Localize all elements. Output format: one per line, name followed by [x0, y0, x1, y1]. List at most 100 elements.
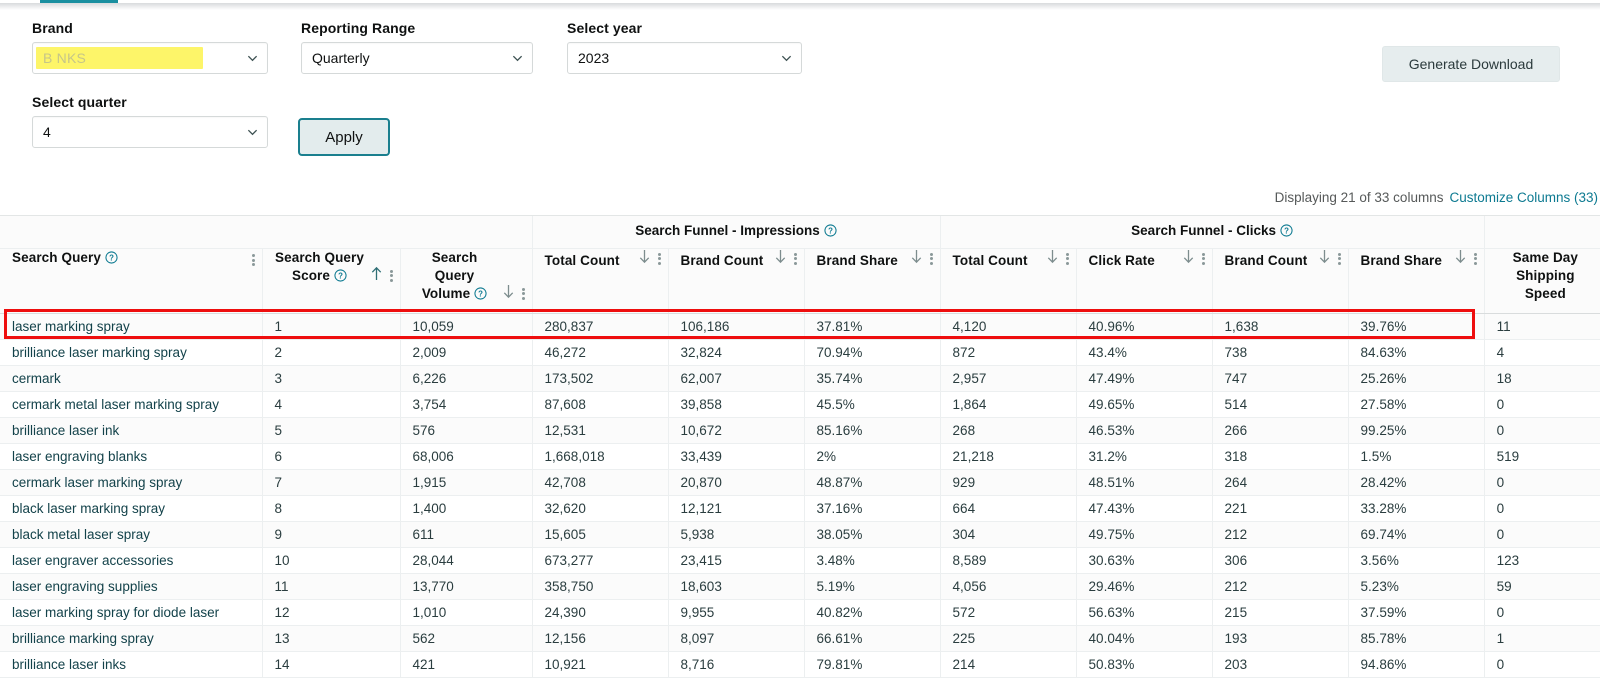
cell-search-query-score-1: 13: [261, 625, 400, 652]
cell-search-query-score-1: 4: [261, 391, 400, 418]
help-icon[interactable]: ?: [334, 268, 347, 287]
cell-click-rate-7: 29.46%: [1075, 573, 1213, 600]
column-header-cell: Brand Count: [1213, 249, 1348, 305]
column-header-controls: [1182, 249, 1206, 270]
brand-filter: Brand B NKS: [32, 20, 268, 74]
sort-descending-icon[interactable]: [774, 249, 787, 269]
cell-search-query-score-1: 1: [261, 313, 400, 340]
help-icon[interactable]: ?: [824, 224, 837, 240]
cell-same-day-shipping-speed-10: 4: [1483, 339, 1600, 366]
cell-search-query-score-1: 5: [261, 417, 400, 444]
column-header-brand-count-4[interactable]: Brand Count: [667, 248, 805, 314]
cell-brand-count-4: 33,439: [667, 443, 805, 470]
cell-total-count-6: 268: [939, 417, 1077, 444]
cell-search-query: brilliance marking spray: [0, 625, 262, 652]
column-header-search-query-volume-2[interactable]: Search Query Volume?: [399, 248, 533, 314]
column-menu-icon[interactable]: [521, 286, 526, 301]
reporting-range-select[interactable]: Quarterly: [301, 42, 533, 74]
columns-info: Displaying 21 of 33 columns Customize Col…: [1275, 190, 1598, 205]
generate-download-button[interactable]: Generate Download: [1382, 46, 1560, 82]
cell-total-count-3: 46,272: [531, 339, 669, 366]
sort-descending-icon[interactable]: [1454, 249, 1467, 269]
table-row[interactable]: brilliance laser marking spray 2 2,009 46,2…: [0, 339, 1600, 366]
column-header-search-query-score-1[interactable]: Search Query Score?: [261, 248, 400, 314]
sort-descending-icon[interactable]: [910, 249, 923, 269]
sort-ascending-icon[interactable]: [370, 266, 383, 286]
table-row[interactable]: black metal laser spray 9 611 15,605 5,938 38…: [0, 521, 1600, 548]
sort-descending-icon[interactable]: [1182, 249, 1195, 269]
table-row[interactable]: laser engraver accessories 10 28,044 673,27…: [0, 547, 1600, 574]
help-icon[interactable]: ?: [1280, 224, 1293, 240]
column-menu-icon[interactable]: [929, 251, 934, 266]
table-row[interactable]: cermark laser marking spray 7 1,915 42,708 2…: [0, 469, 1600, 496]
table-row[interactable]: brilliance laser ink 5 576 12,531 10,672 85.1…: [0, 417, 1600, 444]
column-header-same-day-shipping-speed-10[interactable]: Same Day Shipping Speed: [1483, 248, 1600, 314]
table-row[interactable]: laser engraving supplies 11 13,770 358,750 1…: [0, 573, 1600, 600]
cell-search-query-volume-2: 576: [399, 417, 533, 444]
help-icon[interactable]: ?: [474, 286, 487, 305]
column-menu-icon[interactable]: [1337, 251, 1342, 266]
column-header-brand-share-9[interactable]: Brand Share: [1347, 248, 1485, 314]
cell-search-query-volume-2: 3,754: [399, 391, 533, 418]
column-menu-icon[interactable]: [1201, 251, 1206, 266]
column-header-total-count-6[interactable]: Total Count: [939, 248, 1077, 314]
sort-descending-icon[interactable]: [502, 284, 515, 304]
column-menu-icon[interactable]: [389, 268, 394, 283]
cell-same-day-shipping-speed-10: 519: [1483, 443, 1600, 470]
cell-brand-share-9: 39.76%: [1347, 313, 1485, 340]
column-header-cell: Brand Share: [1349, 249, 1484, 305]
table-row[interactable]: brilliance marking spray 13 562 12,156 8,097…: [0, 625, 1600, 652]
brand-value: B NKS: [43, 50, 87, 66]
cell-brand-count-8: 266: [1211, 417, 1349, 444]
table-row[interactable]: laser marking spray for diode laser 12 1,0…: [0, 599, 1600, 626]
svg-text:?: ?: [828, 227, 833, 236]
column-header-cell: Search Query Score?: [263, 249, 400, 305]
table-row[interactable]: brilliance laser inks 14 421 10,921 8,716 79.…: [0, 651, 1600, 678]
table-row[interactable]: cermark metal laser marking spray 4 3,754 8…: [0, 391, 1600, 418]
cell-same-day-shipping-speed-10: 0: [1483, 417, 1600, 444]
sort-descending-icon[interactable]: [1046, 249, 1059, 269]
column-menu-icon[interactable]: [251, 253, 256, 268]
apply-button[interactable]: Apply: [298, 118, 390, 156]
cell-search-query: brilliance laser inks: [0, 651, 262, 678]
column-header-click-rate-7[interactable]: Click Rate: [1075, 248, 1213, 314]
table-row[interactable]: black laser marking spray 8 1,400 32,620 12,…: [0, 495, 1600, 522]
sort-descending-icon[interactable]: [638, 249, 651, 269]
cell-click-rate-7: 48.51%: [1075, 469, 1213, 496]
cell-click-rate-7: 50.83%: [1075, 651, 1213, 678]
select-year-select[interactable]: 2023: [567, 42, 802, 74]
select-quarter-select[interactable]: 4: [32, 116, 268, 148]
column-header-cell: Brand Share: [805, 249, 940, 305]
column-header-brand-share-5[interactable]: Brand Share: [803, 248, 941, 314]
table-row[interactable]: cermark 3 6,226 173,502 62,007 35.74% 2,957 47.…: [0, 365, 1600, 392]
column-menu-icon[interactable]: [657, 251, 662, 266]
cell-total-count-3: 673,277: [531, 547, 669, 574]
help-icon[interactable]: ?: [105, 250, 118, 269]
column-header-total-count-3[interactable]: Total Count: [531, 248, 669, 314]
customize-columns-link[interactable]: Customize Columns (33): [1449, 190, 1598, 205]
select-quarter-filter: Select quarter 4: [32, 94, 268, 148]
column-menu-icon[interactable]: [1473, 251, 1478, 266]
column-menu-icon[interactable]: [1065, 251, 1070, 266]
table-row[interactable]: laser engraving blanks 6 68,006 1,668,018 33…: [0, 443, 1600, 470]
cell-same-day-shipping-speed-10: 0: [1483, 469, 1600, 496]
cell-same-day-shipping-speed-10: 0: [1483, 521, 1600, 548]
cell-brand-share-5: 35.74%: [803, 365, 941, 392]
cell-brand-count-8: 264: [1211, 469, 1349, 496]
select-year-value: 2023: [578, 50, 610, 66]
select-quarter-label: Select quarter: [32, 94, 127, 110]
cell-total-count-3: 15,605: [531, 521, 669, 548]
brand-select[interactable]: B NKS: [32, 42, 268, 74]
column-menu-icon[interactable]: [793, 251, 798, 266]
column-header-brand-count-8[interactable]: Brand Count: [1211, 248, 1349, 314]
column-header-row-inner: Brand Count: [681, 249, 798, 270]
column-header-search-query-0[interactable]: Search Query?: [0, 248, 262, 314]
sort-descending-icon[interactable]: [1318, 249, 1331, 269]
cell-search-query-score-1: 3: [261, 365, 400, 392]
table-row[interactable]: laser marking spray 1 10,059 280,837 106,186…: [0, 313, 1600, 340]
cell-brand-share-9: 5.23%: [1347, 573, 1485, 600]
cell-brand-count-4: 9,955: [667, 599, 805, 626]
cell-brand-count-8: 215: [1211, 599, 1349, 626]
cell-search-query: black laser marking spray: [0, 495, 262, 522]
cell-brand-share-9: 1.5%: [1347, 443, 1485, 470]
